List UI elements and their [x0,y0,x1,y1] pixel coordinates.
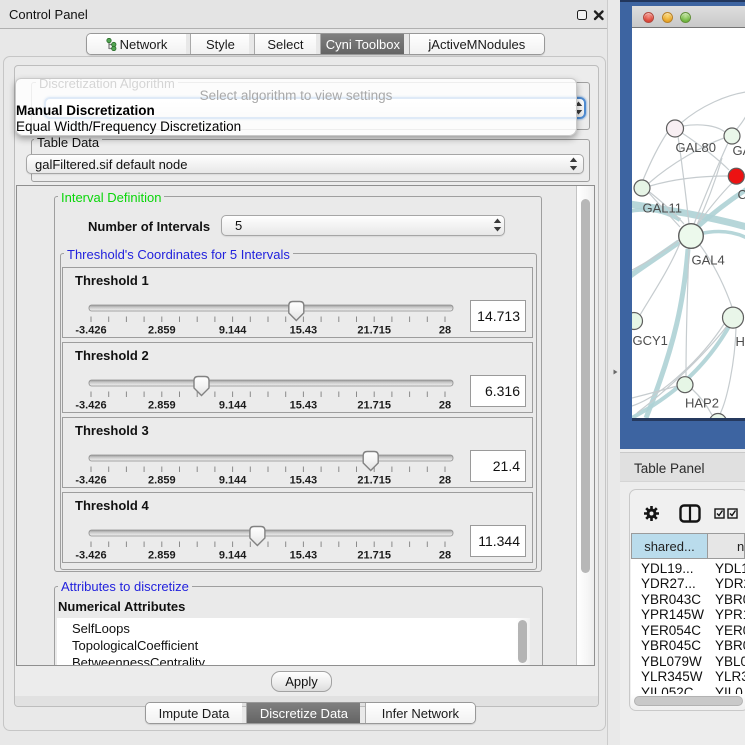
svg-text:2.859: 2.859 [148,550,176,562]
svg-text:21.715: 21.715 [357,550,391,562]
svg-text:28: 28 [439,550,451,562]
svg-text:28: 28 [439,400,451,412]
svg-text:GAL4: GAL4 [692,253,725,268]
svg-text:21.715: 21.715 [357,325,391,337]
svg-text:15.43: 15.43 [290,400,318,412]
svg-text:15.43: 15.43 [290,325,318,337]
svg-text:-3.426: -3.426 [75,325,106,337]
svg-text:9.144: 9.144 [219,475,247,487]
svg-text:-3.426: -3.426 [75,550,106,562]
svg-text:GAL80: GAL80 [676,140,716,155]
svg-text:H: H [736,334,745,349]
svg-text:9.144: 9.144 [219,550,247,562]
svg-text:28: 28 [439,325,451,337]
svg-text:-3.426: -3.426 [75,400,106,412]
svg-text:C: C [738,187,745,202]
svg-text:GAL11: GAL11 [643,201,683,216]
svg-text:15.43: 15.43 [290,550,318,562]
svg-text:GA: GA [733,143,745,158]
svg-text:2.859: 2.859 [148,400,176,412]
svg-text:GCY1: GCY1 [633,333,668,348]
svg-text:21.715: 21.715 [357,475,391,487]
svg-text:15.43: 15.43 [290,475,318,487]
svg-text:28: 28 [439,475,451,487]
svg-text:2.859: 2.859 [148,325,176,337]
svg-text:21.715: 21.715 [357,400,391,412]
svg-text:9.144: 9.144 [219,325,247,337]
svg-text:9.144: 9.144 [219,400,247,412]
svg-text:2.859: 2.859 [148,475,176,487]
svg-text:HAP2: HAP2 [685,396,719,411]
svg-text:-3.426: -3.426 [75,475,106,487]
